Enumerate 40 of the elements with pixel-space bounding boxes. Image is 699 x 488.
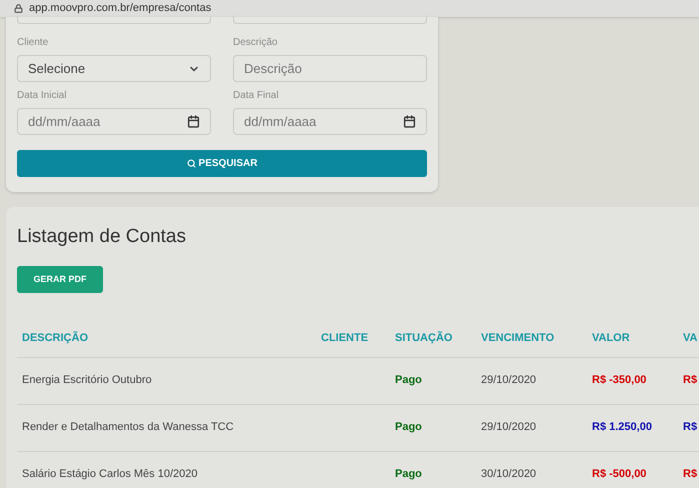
amount-text: R$ -350,00 xyxy=(591,373,648,388)
input-field[interactable]: Descrição xyxy=(233,55,427,82)
input-field[interactable] xyxy=(17,16,211,24)
table-cell-text: 30/10/2020 xyxy=(480,467,538,482)
column-header: DESCRIÇÃO xyxy=(21,330,90,346)
field-label: Data Final xyxy=(233,90,280,102)
field-label: Descrição xyxy=(233,37,278,49)
input-field[interactable] xyxy=(233,16,427,24)
lock-icon xyxy=(14,4,23,13)
table-cell-text: 29/10/2020 xyxy=(480,420,538,436)
amount-text: R$ 1.250,00 xyxy=(591,420,653,436)
column-header: CLIENTE xyxy=(320,331,370,346)
column-header: SITUAÇÃO xyxy=(394,330,454,346)
status-text: Pago xyxy=(394,467,423,482)
field-label: Data Inicial xyxy=(17,90,68,102)
search-button[interactable]: PESQUISAR xyxy=(17,150,427,177)
column-header: VA xyxy=(682,331,698,346)
status-text: Pago xyxy=(394,420,423,436)
pdf-button[interactable]: GERAR PDF xyxy=(17,266,103,293)
select-field[interactable]: Selecione xyxy=(17,55,211,82)
amount-text: R$ xyxy=(682,420,698,436)
calendar-icon xyxy=(403,115,416,128)
amount-text: R$ xyxy=(682,373,698,388)
date-field[interactable]: dd/mm/aaaa xyxy=(17,108,211,135)
column-header: VENCIMENTO xyxy=(480,331,556,346)
table-cell-text: Salário Estágio Carlos Mês 10/2020 xyxy=(21,467,198,482)
amount-text: R$ -500,00 xyxy=(591,467,648,482)
calendar-icon xyxy=(187,115,200,128)
table-cell-text: Render e Detalhamentos da Wanessa TCC xyxy=(21,420,235,436)
table-cell-text: 29/10/2020 xyxy=(480,373,538,388)
amount-text: R$ xyxy=(682,467,698,482)
date-field[interactable]: dd/mm/aaaa xyxy=(233,108,427,135)
search-icon xyxy=(186,159,196,168)
field-label: Cliente xyxy=(17,37,50,49)
column-header: VALOR xyxy=(591,331,631,346)
listing-title: Listagem de Contas xyxy=(17,225,187,249)
address-bar[interactable]: app.moovpro.com.br/empresa/contas xyxy=(0,0,699,17)
table-cell-text: Energia Escritório Outubro xyxy=(21,373,153,388)
status-text: Pago xyxy=(394,373,423,388)
url-text: app.moovpro.com.br/empresa/contas xyxy=(29,1,212,16)
